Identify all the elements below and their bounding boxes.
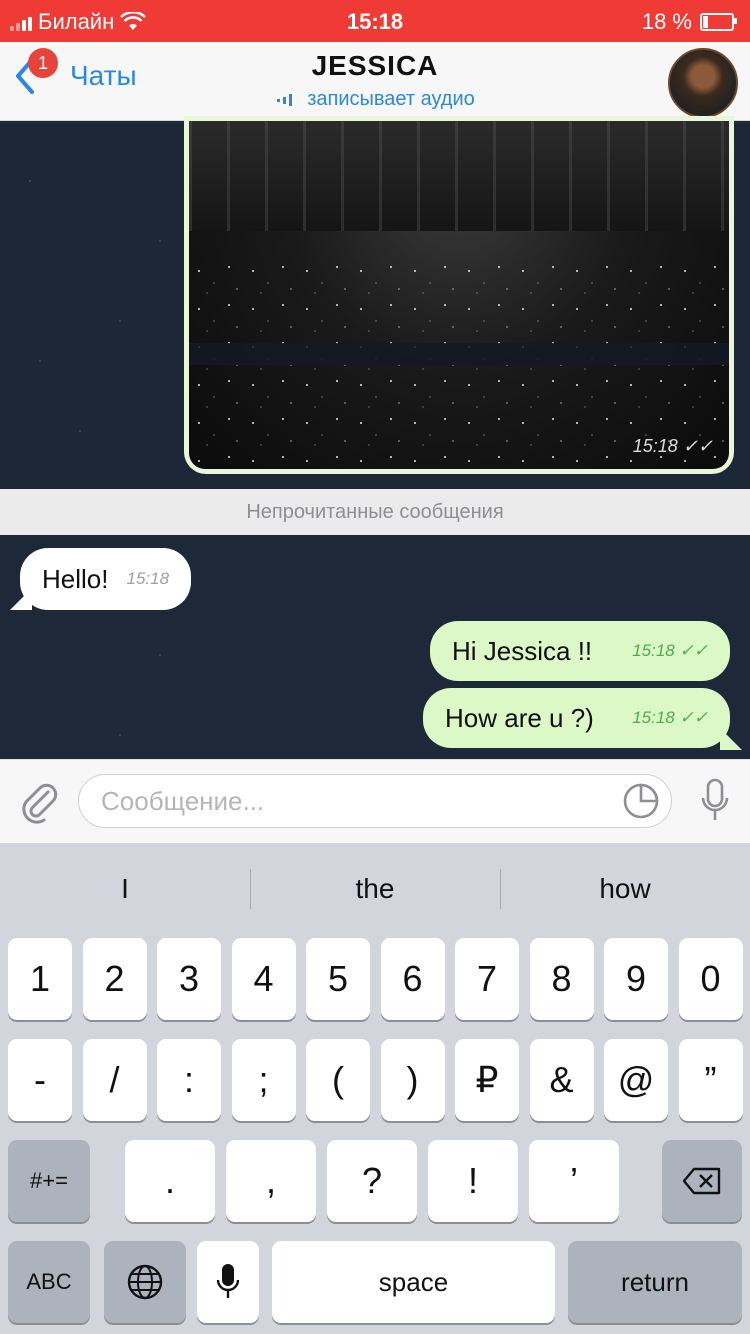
unread-divider: Непрочитанные сообщения: [0, 489, 750, 535]
avatar[interactable]: [668, 48, 738, 118]
key[interactable]: ;: [231, 1039, 296, 1121]
suggestion[interactable]: how: [500, 843, 750, 935]
key[interactable]: 5: [306, 938, 370, 1020]
photo-message-time: 15:18 ✓✓: [632, 436, 713, 456]
predictive-bar: I the how: [0, 843, 750, 935]
key[interactable]: !: [428, 1140, 518, 1222]
backspace-icon: [682, 1167, 721, 1195]
message-bubble-incoming[interactable]: Hello! 15:18: [20, 548, 192, 610]
microphone-icon: [216, 1264, 240, 1298]
key[interactable]: -: [8, 1039, 72, 1121]
key[interactable]: 4: [231, 938, 296, 1020]
message-composer: [0, 759, 750, 844]
microphone-icon[interactable]: [700, 778, 730, 824]
double-check-icon: ✓✓: [679, 708, 709, 727]
key[interactable]: ’: [529, 1140, 619, 1222]
key[interactable]: ?: [327, 1140, 417, 1222]
suggestion[interactable]: the: [250, 843, 500, 935]
message-time: 15:18 ✓✓: [632, 641, 709, 660]
key[interactable]: 0: [678, 938, 743, 1020]
photo-image[interactable]: 15:18 ✓✓: [189, 121, 729, 469]
key[interactable]: &: [529, 1039, 594, 1121]
key[interactable]: 2: [82, 938, 147, 1020]
space-key[interactable]: space: [272, 1241, 555, 1323]
battery-percent: 18 %: [641, 9, 692, 34]
chat-header: 1 Чаты JESSICA записывает аудио: [0, 42, 750, 121]
audio-wave-icon: [277, 93, 293, 106]
typing-status-text: записывает аудио: [307, 88, 475, 110]
key[interactable]: 9: [604, 938, 668, 1020]
key[interactable]: 6: [380, 938, 445, 1020]
symbols-key[interactable]: #+=: [8, 1140, 90, 1222]
message-time: 15:18 ✓✓: [632, 708, 709, 727]
message-time: 15:18: [126, 569, 170, 588]
paperclip-icon[interactable]: [18, 780, 60, 824]
status-bar: Билайн 15:18 18 %: [0, 0, 750, 42]
typing-status: записывает аудио: [0, 88, 750, 111]
key[interactable]: ”: [678, 1039, 743, 1121]
double-check-icon: ✓✓: [682, 436, 713, 456]
key[interactable]: 1: [8, 938, 72, 1020]
key[interactable]: (: [306, 1039, 370, 1121]
message-input[interactable]: [78, 774, 672, 828]
globe-key[interactable]: [104, 1241, 186, 1323]
message-text: Hello!: [42, 563, 109, 594]
backspace-key[interactable]: [662, 1140, 742, 1222]
dictation-key[interactable]: [197, 1241, 259, 1323]
return-key[interactable]: return: [568, 1241, 742, 1323]
key[interactable]: ,: [226, 1140, 316, 1222]
key[interactable]: .: [125, 1140, 215, 1222]
message-text: Hi Jessica !!: [452, 635, 593, 666]
abc-key[interactable]: ABC: [8, 1241, 90, 1323]
message-bubble-outgoing[interactable]: Hi Jessica !! 15:18 ✓✓: [430, 621, 730, 681]
key[interactable]: ): [380, 1039, 445, 1121]
key[interactable]: :: [157, 1039, 221, 1121]
status-time: 15:18: [346, 9, 404, 34]
key[interactable]: /: [82, 1039, 147, 1121]
photo-message[interactable]: 15:18 ✓✓: [184, 116, 734, 474]
globe-icon: [127, 1264, 163, 1300]
suggestion[interactable]: I: [0, 843, 250, 935]
message-bubble-outgoing[interactable]: How are u ?) 15:18 ✓✓: [423, 688, 730, 748]
keyboard: I the how 1 2 3 4 5 6 7 8 9 0 - /:;() ₽ & @” #+=.,?!’ AB…: [0, 843, 750, 1334]
battery-icon: [700, 13, 737, 31]
key[interactable]: @: [604, 1039, 668, 1121]
key[interactable]: 7: [455, 938, 519, 1020]
message-text: How are u ?): [445, 702, 594, 733]
contact-name[interactable]: JESSICA: [0, 50, 750, 82]
key[interactable]: ₽: [455, 1039, 519, 1121]
double-check-icon: ✓✓: [679, 641, 709, 660]
sticker-icon[interactable]: [622, 782, 660, 820]
key[interactable]: 3: [157, 938, 221, 1020]
key[interactable]: 8: [529, 938, 594, 1020]
